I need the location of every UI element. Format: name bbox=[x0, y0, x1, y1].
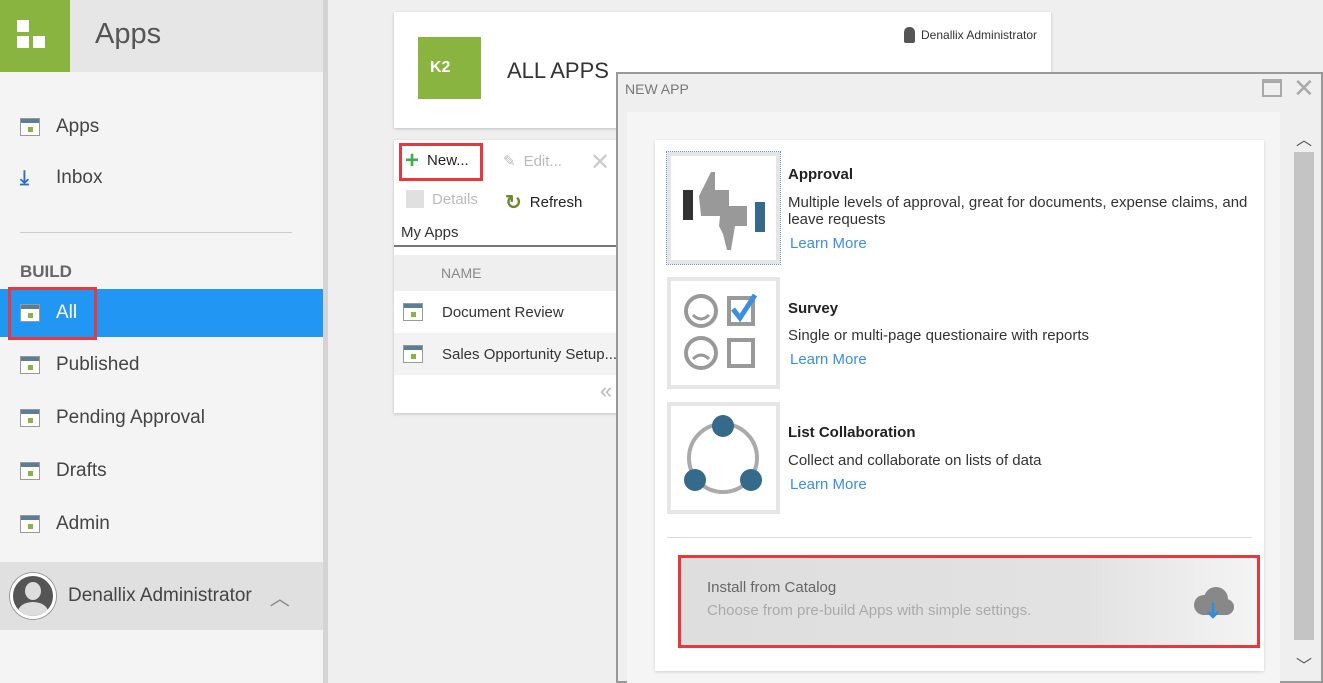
approval-thumbs-icon[interactable] bbox=[666, 151, 781, 265]
sidebar-item-label: Admin bbox=[56, 513, 110, 534]
list-collaboration-icon[interactable] bbox=[667, 402, 780, 514]
close-icon[interactable]: ✕ bbox=[1293, 73, 1315, 104]
survey-icon[interactable] bbox=[667, 277, 780, 389]
maximize-icon[interactable] bbox=[1262, 79, 1282, 97]
learn-more-link[interactable]: Learn More bbox=[790, 235, 867, 252]
scrollbar-thumb[interactable] bbox=[1294, 152, 1314, 640]
template-description: Multiple levels of approval, great for d… bbox=[788, 194, 1248, 228]
sidebar-item-published[interactable]: Published bbox=[0, 341, 323, 389]
collapse-icon[interactable]: « bbox=[600, 378, 612, 404]
template-title: Survey bbox=[788, 300, 839, 317]
user-icon bbox=[904, 27, 915, 43]
sidebar-item-inbox[interactable]: ⤓ Inbox bbox=[0, 154, 323, 202]
user-menu[interactable]: Denallix Administrator ︿ bbox=[0, 562, 323, 630]
sidebar-item-admin[interactable]: Admin bbox=[0, 500, 323, 548]
section-label-build: BUILD bbox=[20, 262, 72, 281]
template-title: Approval bbox=[788, 166, 854, 183]
sidebar-item-label: Drafts bbox=[56, 460, 107, 481]
app-icon bbox=[20, 515, 40, 533]
avatar bbox=[10, 573, 56, 619]
details-label: Details bbox=[432, 190, 478, 208]
refresh-label: Refresh bbox=[529, 194, 583, 211]
highlight-box bbox=[678, 555, 1260, 648]
k2-logo: K2 bbox=[418, 37, 481, 99]
sidebar-item-pending-approval[interactable]: Pending Approval bbox=[0, 394, 323, 442]
sidebar-item-apps[interactable]: Apps bbox=[0, 103, 323, 151]
row-name: Sales Opportunity Setup... bbox=[442, 345, 618, 363]
header-user-name: Denallix Administrator bbox=[921, 28, 1038, 42]
sidebar-item-label: Inbox bbox=[56, 167, 103, 188]
table-row[interactable]: Sales Opportunity Setup... bbox=[394, 333, 624, 375]
header-user[interactable]: Denallix Administrator bbox=[904, 27, 1037, 43]
sidebar: Apps Apps ⤓ Inbox BUILD All Published Pen… bbox=[0, 0, 328, 683]
refresh-icon: ↻ bbox=[505, 192, 522, 214]
app-icon bbox=[20, 356, 40, 374]
highlight-box bbox=[399, 143, 483, 181]
template-description: Single or multi-page questionaire with r… bbox=[788, 327, 1089, 344]
app-icon bbox=[403, 303, 423, 321]
scroll-up-icon[interactable]: ︿ bbox=[1296, 126, 1312, 150]
app-icon bbox=[403, 345, 423, 363]
sidebar-item-label: Apps bbox=[56, 116, 100, 137]
divider bbox=[394, 245, 624, 247]
scroll-down-icon[interactable]: ﹀ bbox=[1296, 652, 1312, 676]
user-name: Denallix Administrator bbox=[68, 585, 252, 606]
dialog-title: NEW APP bbox=[625, 81, 689, 97]
sidebar-item-drafts[interactable]: Drafts bbox=[0, 447, 323, 495]
sidebar-item-label: Pending Approval bbox=[56, 407, 205, 428]
template-description: Collect and collaborate on lists of data bbox=[788, 452, 1042, 469]
refresh-button[interactable]: ↻ Refresh bbox=[505, 190, 582, 215]
table-row[interactable]: Document Review bbox=[394, 291, 624, 333]
app-icon bbox=[20, 118, 40, 136]
learn-more-link[interactable]: Learn More bbox=[790, 476, 867, 493]
template-title: List Collaboration bbox=[788, 424, 916, 441]
learn-more-link[interactable]: Learn More bbox=[790, 351, 867, 368]
details-icon bbox=[406, 190, 424, 208]
app-icon bbox=[20, 409, 40, 427]
apps-logo-icon[interactable] bbox=[0, 0, 70, 72]
pencil-icon: ✎ bbox=[503, 153, 516, 170]
app-icon bbox=[20, 462, 40, 480]
column-header-name[interactable]: NAME bbox=[394, 255, 624, 291]
inbox-download-icon: ⤓ bbox=[20, 166, 29, 189]
list-title: My Apps bbox=[401, 224, 459, 241]
page-title: ALL APPS bbox=[507, 58, 609, 83]
edit-label: Edit... bbox=[523, 152, 562, 170]
sidebar-item-label: Published bbox=[56, 354, 140, 375]
sidebar-title: Apps bbox=[95, 18, 162, 50]
delete-icon[interactable]: ✕ bbox=[590, 148, 610, 177]
highlight-box bbox=[8, 287, 97, 340]
chevron-up-icon[interactable]: ︿ bbox=[270, 582, 290, 611]
divider bbox=[667, 537, 1252, 538]
edit-button[interactable]: ✎ Edit... bbox=[503, 152, 562, 171]
divider bbox=[20, 232, 292, 233]
row-name: Document Review bbox=[442, 303, 564, 321]
details-button[interactable]: Details bbox=[406, 190, 478, 208]
